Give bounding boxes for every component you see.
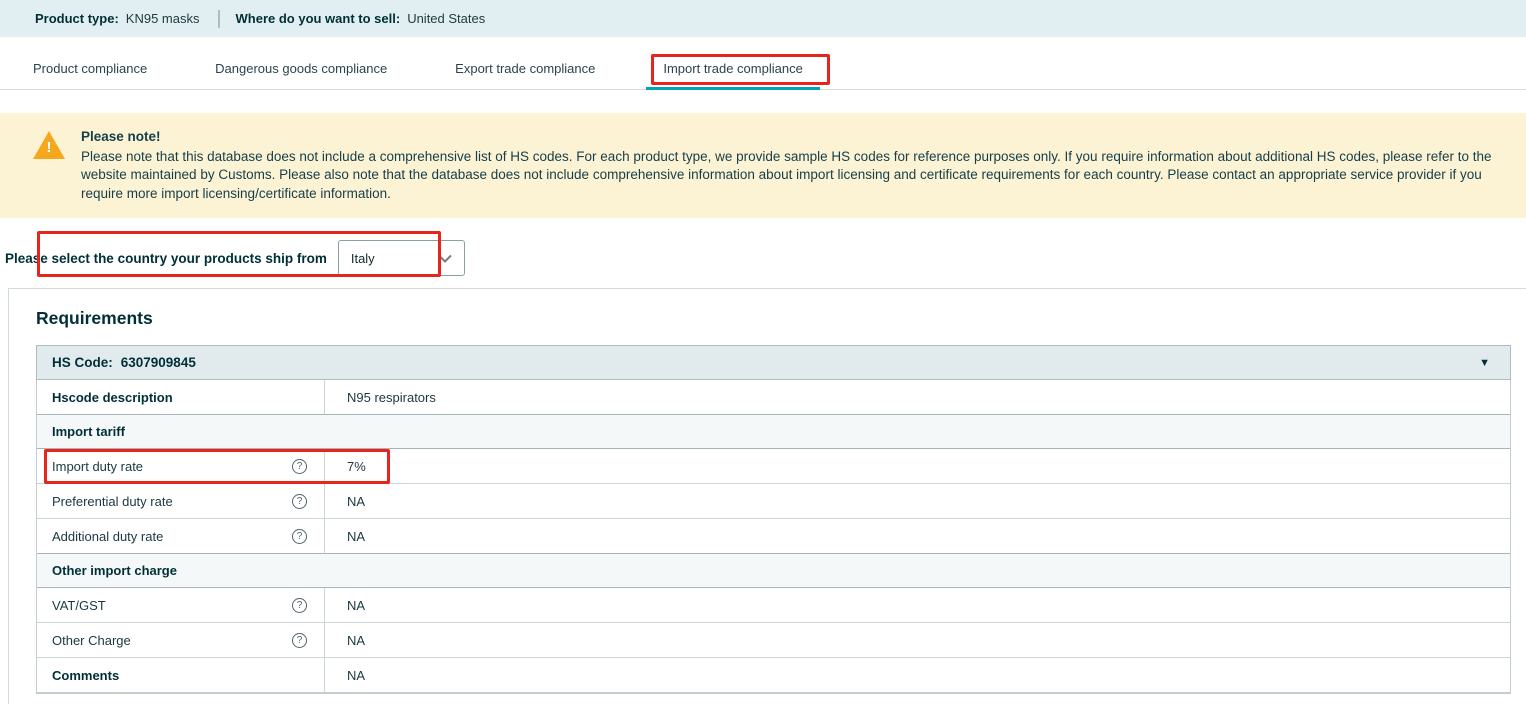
ship-from-label: Please select the country your products … bbox=[5, 251, 327, 266]
ship-from-row: Please select the country your products … bbox=[0, 240, 1526, 276]
tab-import-trade-compliance[interactable]: Import trade compliance bbox=[663, 48, 802, 90]
notice-banner: ! Please note! Please note that this dat… bbox=[0, 113, 1526, 218]
table-row-additional-duty-rate: Additional duty rate ? NA bbox=[37, 519, 1510, 554]
help-icon[interactable]: ? bbox=[292, 459, 307, 474]
notice-title: Please note! bbox=[81, 128, 1500, 147]
divider bbox=[218, 10, 220, 28]
sell-location-label: Where do you want to sell: bbox=[236, 11, 401, 26]
table-row-comments: Comments NA bbox=[37, 658, 1510, 693]
table-row-hscode-description: Hscode description N95 respirators bbox=[37, 380, 1510, 415]
help-icon[interactable]: ? bbox=[292, 598, 307, 613]
section-row-other-import-charge: Other import charge bbox=[37, 553, 1510, 588]
table-row-preferential-duty-rate: Preferential duty rate ? NA bbox=[37, 484, 1510, 519]
table-row-other-charge: Other Charge ? NA bbox=[37, 623, 1510, 658]
hs-code-table: HS Code: 6307909845 ▼ Hscode description… bbox=[36, 345, 1511, 694]
country-select[interactable]: Italy bbox=[338, 240, 465, 276]
product-type-label: Product type: bbox=[35, 11, 119, 26]
compliance-tab-bar: Product compliance Dangerous goods compl… bbox=[0, 48, 1526, 90]
chevron-down-icon bbox=[438, 254, 452, 263]
hs-code-header[interactable]: HS Code: 6307909845 ▼ bbox=[36, 345, 1511, 380]
section-row-import-tariff: Import tariff bbox=[37, 414, 1510, 449]
hs-code-label: HS Code: bbox=[52, 355, 113, 370]
help-icon[interactable]: ? bbox=[292, 529, 307, 544]
tab-dangerous-goods-compliance[interactable]: Dangerous goods compliance bbox=[215, 48, 387, 90]
help-icon[interactable]: ? bbox=[292, 494, 307, 509]
country-select-value: Italy bbox=[351, 251, 375, 266]
table-row-vat-gst: VAT/GST ? NA bbox=[37, 588, 1510, 623]
notice-body: Please note that this database does not … bbox=[81, 148, 1500, 204]
requirements-heading: Requirements bbox=[36, 308, 1526, 329]
tab-export-trade-compliance[interactable]: Export trade compliance bbox=[455, 48, 595, 90]
tab-product-compliance[interactable]: Product compliance bbox=[33, 48, 147, 90]
hs-code-value: 6307909845 bbox=[121, 355, 196, 370]
sell-location-value: United States bbox=[407, 11, 485, 26]
requirements-panel: Requirements HS Code: 6307909845 ▼ Hscod… bbox=[8, 288, 1526, 704]
context-bar: Product type: KN95 masks Where do you wa… bbox=[0, 0, 1526, 37]
caret-down-icon[interactable]: ▼ bbox=[1479, 357, 1490, 369]
table-row-import-duty-rate: Import duty rate ? 7% bbox=[37, 449, 1510, 484]
help-icon[interactable]: ? bbox=[292, 633, 307, 648]
product-type-value: KN95 masks bbox=[126, 11, 200, 26]
warning-icon: ! bbox=[33, 131, 67, 161]
